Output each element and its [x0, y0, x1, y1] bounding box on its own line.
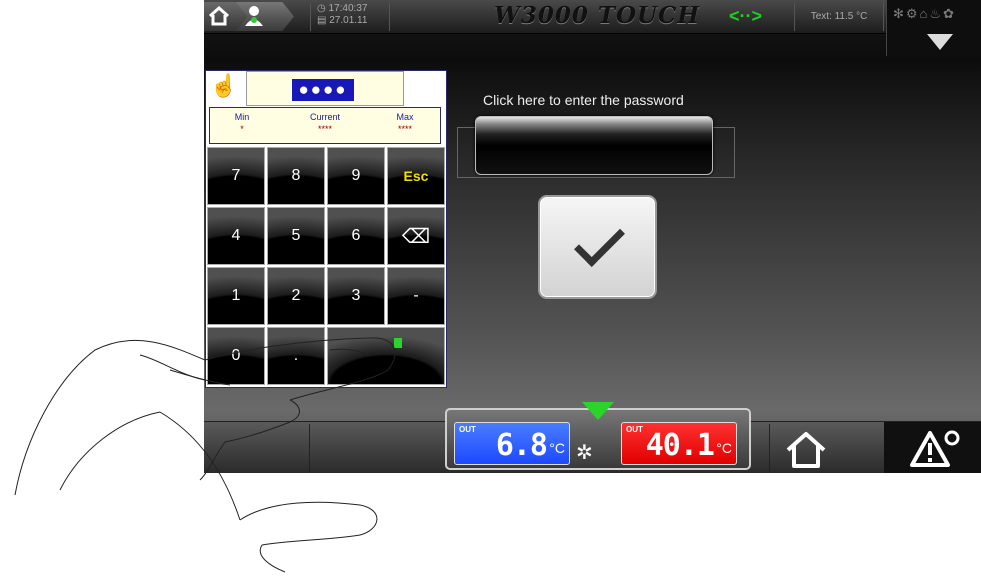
- pointing-hand-illustration: [14, 337, 396, 573]
